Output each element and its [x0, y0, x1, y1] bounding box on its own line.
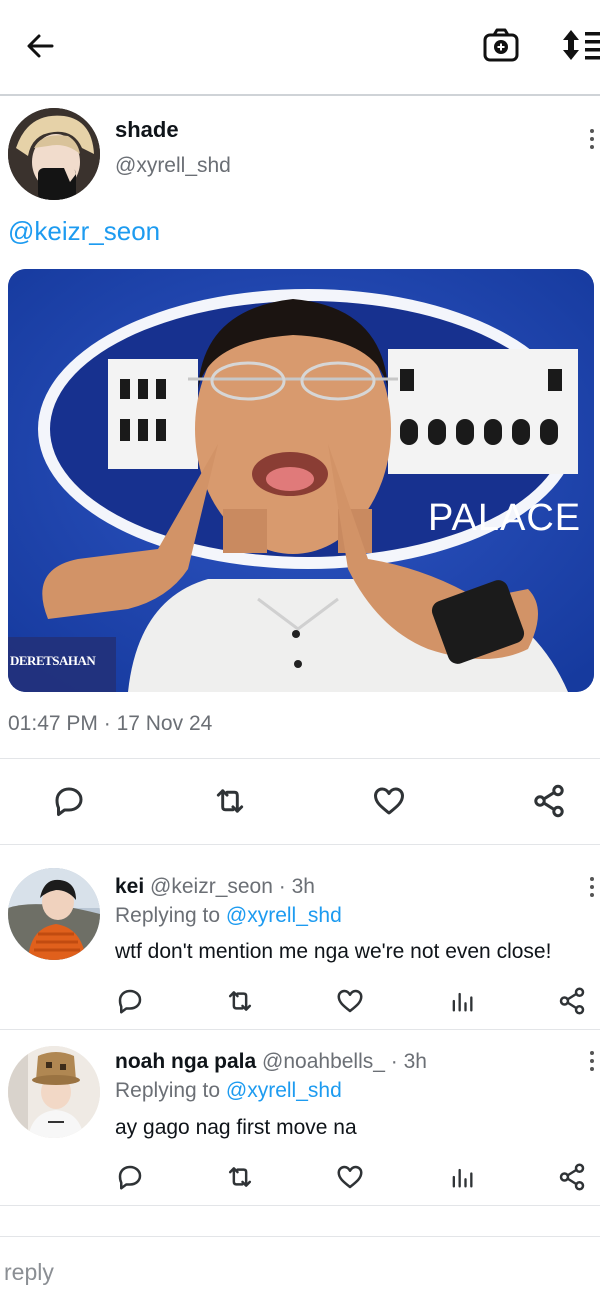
reply-1-like-button[interactable] — [333, 984, 367, 1018]
reply-2-more-button[interactable] — [580, 1046, 600, 1076]
camera-button[interactable] — [478, 22, 524, 68]
reply-1-divider — [0, 1029, 600, 1030]
reply-1-header: kei @keizr_seon · 3h — [115, 875, 315, 899]
reply-icon — [118, 989, 142, 1014]
reply-1-reply-button[interactable] — [113, 984, 147, 1018]
post-like-button[interactable] — [368, 780, 410, 822]
more-vertical-icon — [587, 129, 597, 149]
post-date: 17 Nov 24 — [116, 712, 213, 735]
post-meta: 01:47 PM · 17 Nov 24 — [8, 712, 212, 736]
post-time: 01:47 PM — [8, 712, 98, 735]
reply-2-share-button[interactable] — [555, 1160, 589, 1194]
post-handle[interactable]: @xyrell_shd — [115, 154, 231, 178]
avatar-image — [8, 1046, 100, 1138]
repost-icon — [228, 1167, 252, 1187]
meta-divider — [0, 758, 600, 759]
reply-input[interactable] — [0, 1250, 594, 1294]
replying-to-label: Replying to — [115, 1079, 221, 1102]
reply-1-more-button[interactable] — [580, 872, 600, 902]
reply-2-divider — [0, 1205, 600, 1206]
heart-icon — [337, 1165, 363, 1189]
reply-2-header: noah nga pala @noahbells_ · 3h — [115, 1050, 427, 1074]
post-mention[interactable]: @keizr_seon — [8, 216, 160, 247]
reply-2-display-name[interactable]: noah nga pala — [115, 1050, 256, 1073]
post-share-button[interactable] — [528, 780, 570, 822]
reply-2-handle[interactable]: @noahbells_ — [262, 1050, 385, 1073]
back-arrow-icon — [27, 34, 54, 58]
reply-1-avatar[interactable] — [8, 868, 100, 960]
avatar-image — [8, 868, 100, 960]
reply-1-replying-to: Replying to @xyrell_shd — [115, 904, 342, 928]
repost-icon — [228, 991, 252, 1011]
analytics-icon — [452, 1168, 473, 1188]
post-reply-button[interactable] — [48, 780, 90, 822]
tv-tag-label: DERETSAHAN — [10, 653, 96, 668]
replying-to-label: Replying to — [115, 904, 221, 927]
reply-2-replying-to: Replying to @xyrell_shd — [115, 1079, 342, 1103]
replying-to-link[interactable]: @xyrell_shd — [226, 904, 342, 927]
sort-icon — [563, 30, 600, 60]
share-icon — [534, 784, 564, 818]
share-icon — [559, 987, 585, 1015]
reply-1-stats-button[interactable] — [445, 984, 479, 1018]
post-repost-button[interactable] — [209, 780, 251, 822]
actions-divider — [0, 844, 600, 845]
reply-1-time: · 3h — [278, 875, 315, 898]
heart-icon — [337, 989, 363, 1013]
post-meta-separator: · — [103, 712, 111, 735]
reply-1-share-button[interactable] — [555, 984, 589, 1018]
post-actions — [0, 778, 600, 824]
reply-2-text: ay gago nag first move na — [115, 1116, 357, 1139]
reply-1-handle[interactable]: @keizr_seon — [150, 875, 273, 898]
reply-1-repost-button[interactable] — [222, 984, 258, 1018]
repost-icon — [216, 789, 244, 813]
reply-icon — [55, 787, 83, 816]
top-bar — [0, 0, 600, 94]
reply-1-text: wtf don't mention me nga we're not even … — [115, 940, 552, 963]
post-image[interactable]: DERETSAHAN PALACE — [8, 269, 594, 692]
reply-2-actions — [0, 1160, 600, 1196]
reply-2-reply-button[interactable] — [113, 1160, 147, 1194]
post-photo — [8, 269, 594, 692]
heart-icon — [374, 787, 404, 815]
reply-1-display-name[interactable]: kei — [115, 875, 144, 898]
post-display-name[interactable]: shade — [115, 117, 179, 143]
reply-2-like-button[interactable] — [333, 1160, 367, 1194]
reply-2-avatar[interactable] — [8, 1046, 100, 1138]
reply-2-stats-button[interactable] — [445, 1160, 479, 1194]
reply-1-actions — [0, 984, 600, 1020]
reply-2-repost-button[interactable] — [222, 1160, 258, 1194]
back-button[interactable] — [18, 24, 62, 68]
camera-plus-icon — [483, 28, 519, 62]
sort-button[interactable] — [560, 22, 600, 68]
more-vertical-icon — [587, 877, 597, 897]
replying-to-link[interactable]: @xyrell_shd — [226, 1079, 342, 1102]
reply-2-time: · 3h — [390, 1050, 427, 1073]
backdrop-text: PALACE — [428, 497, 582, 539]
reply-icon — [118, 1165, 142, 1190]
analytics-icon — [452, 992, 473, 1012]
composer-divider — [0, 1236, 600, 1237]
top-bar-divider — [0, 94, 600, 96]
post-avatar[interactable] — [8, 108, 100, 200]
more-vertical-icon — [587, 1051, 597, 1071]
post-more-button[interactable] — [580, 124, 600, 154]
share-icon — [559, 1163, 585, 1191]
avatar-image — [8, 108, 100, 200]
